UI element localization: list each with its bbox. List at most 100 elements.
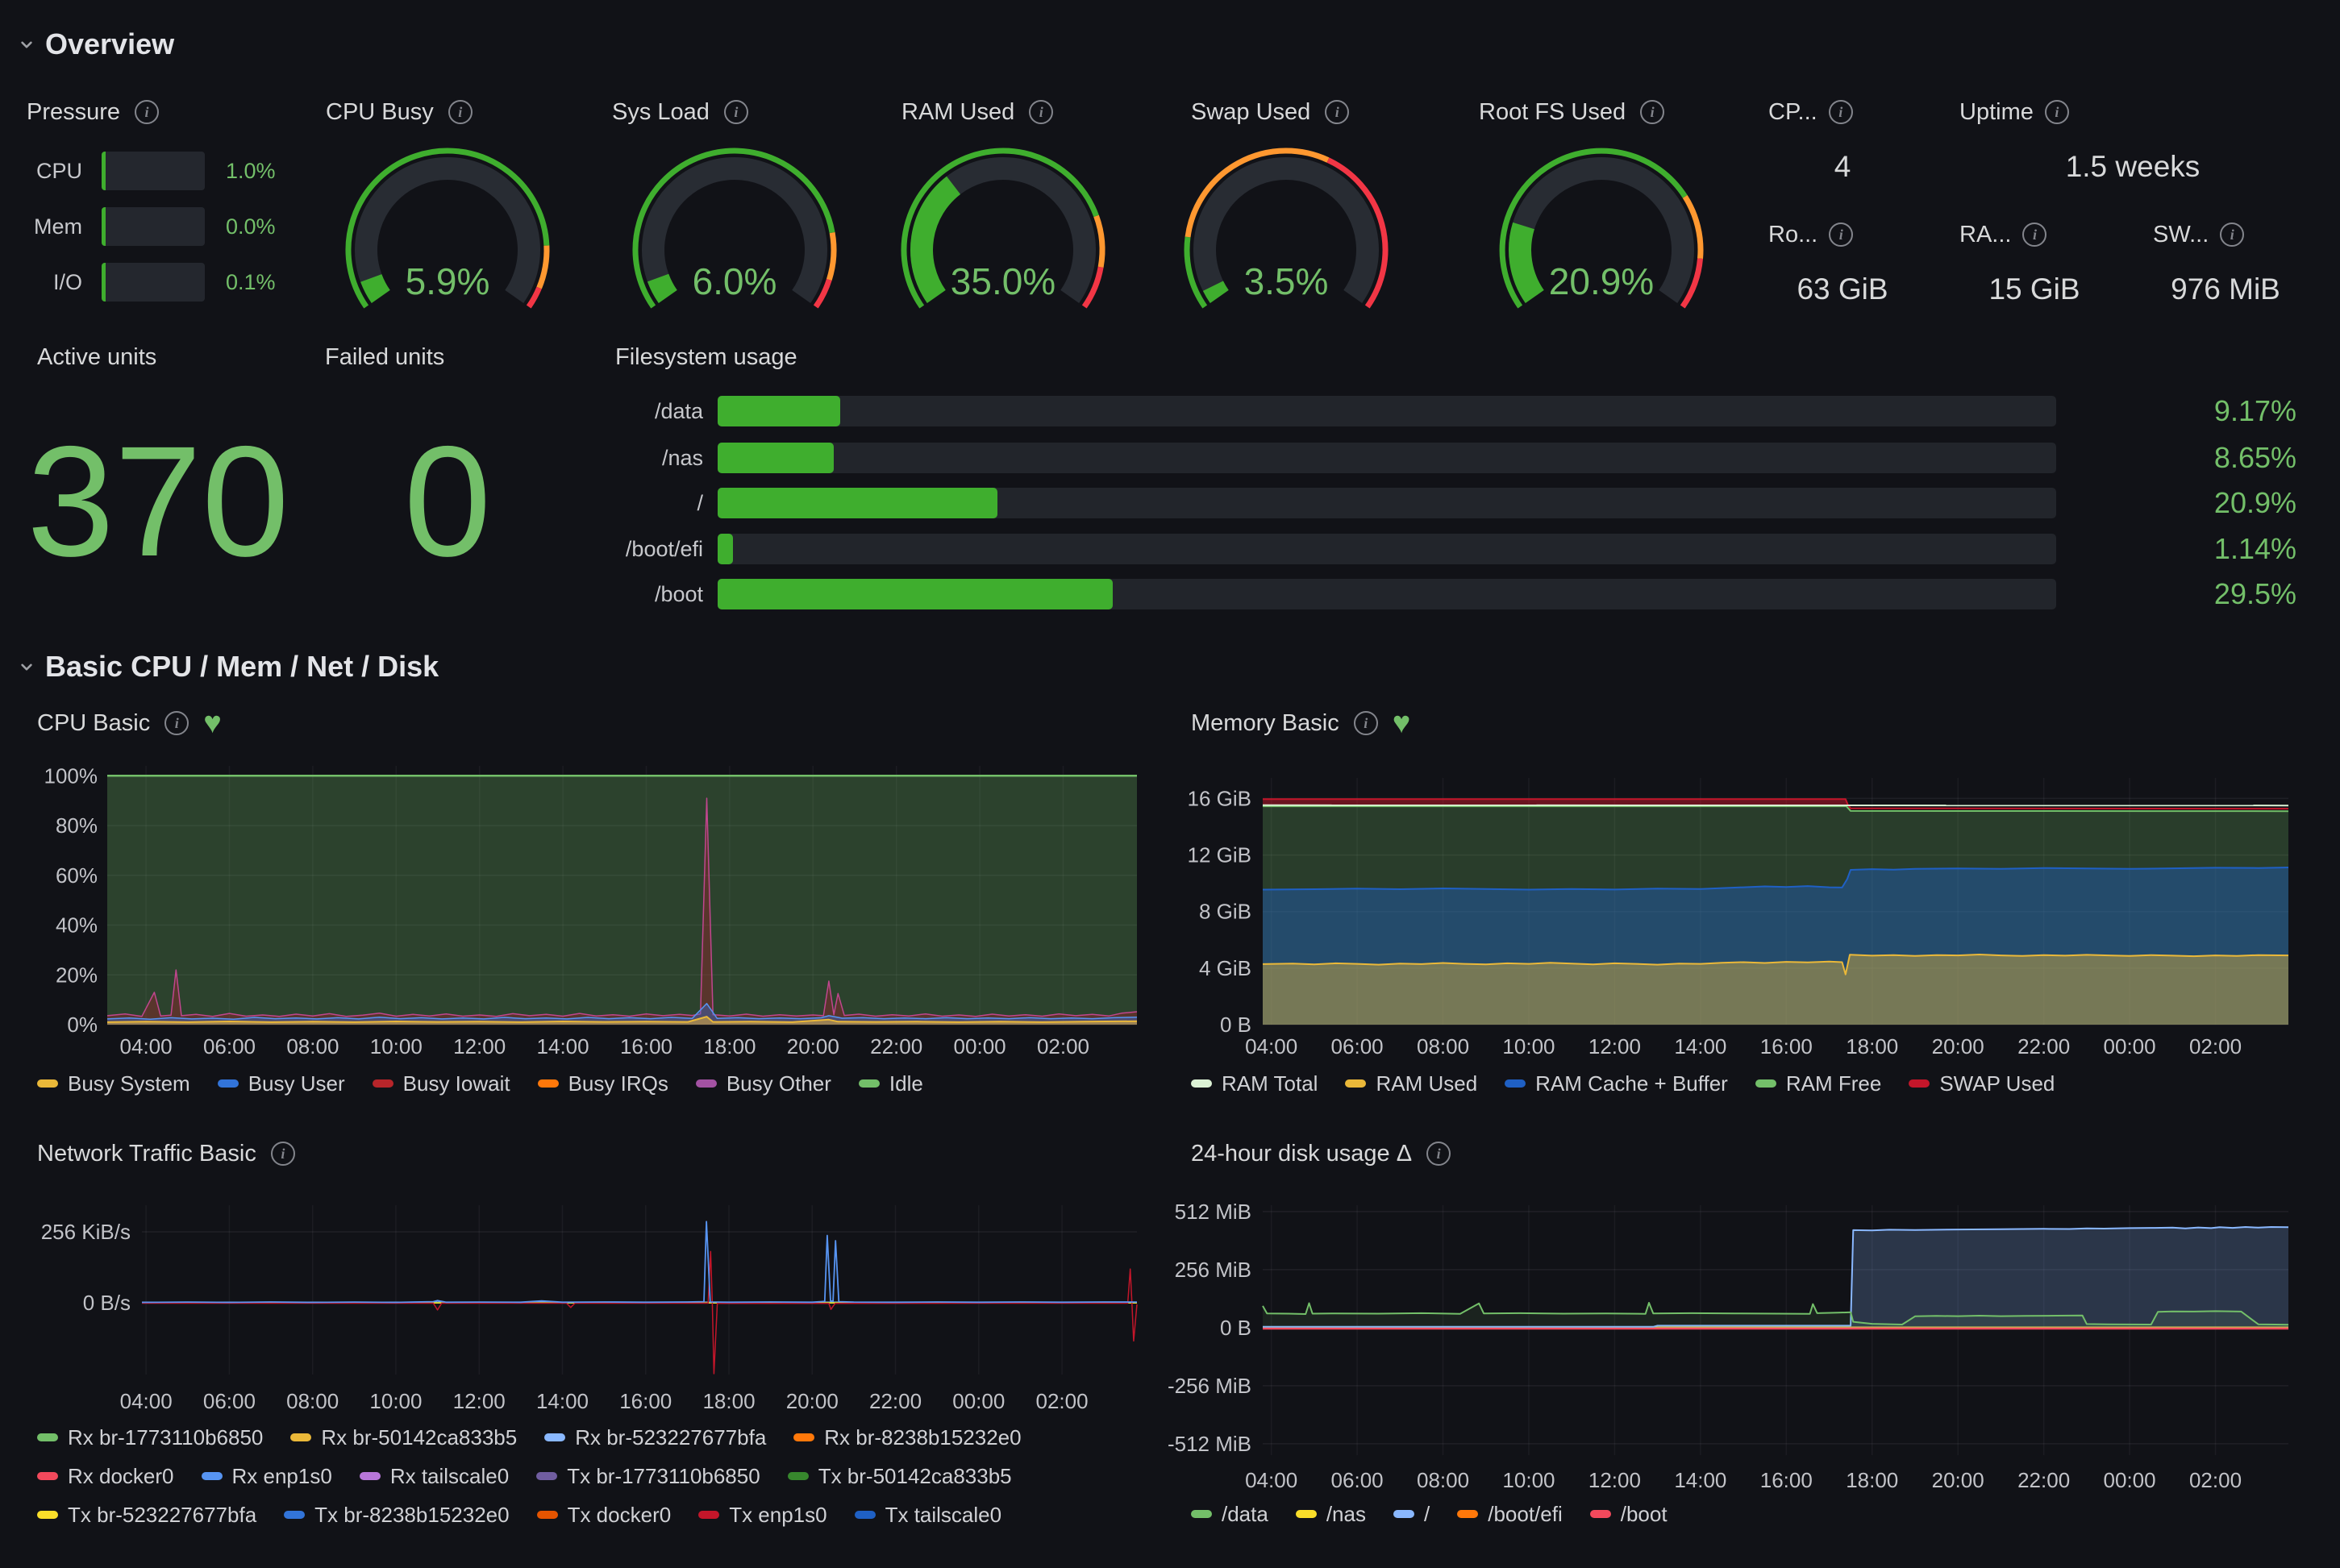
panel-title[interactable]: Sys Load	[612, 99, 710, 126]
filesystem-bar[interactable]	[718, 534, 2056, 564]
legend-item[interactable]: /nas	[1296, 1502, 1366, 1527]
info-icon[interactable]: i	[164, 711, 189, 735]
legend-item[interactable]: Tx br-50142ca833b5	[788, 1464, 1012, 1489]
panel-title[interactable]: CPU Busy	[326, 99, 434, 126]
legend-item[interactable]: Busy System	[37, 1071, 190, 1096]
panel-title[interactable]: Swap Used	[1191, 99, 1310, 126]
x-axis-tick-label: 12:00	[1588, 1468, 1641, 1492]
legend-item[interactable]: Tx br-8238b15232e0	[284, 1503, 509, 1528]
legend-item[interactable]: Rx docker0	[37, 1464, 174, 1489]
panel-title[interactable]: SW...	[2153, 222, 2209, 248]
pressure-bar-io[interactable]	[102, 263, 205, 302]
legend-item[interactable]: /boot/efi	[1457, 1502, 1563, 1527]
legend-item[interactable]: Busy User	[218, 1071, 345, 1096]
pressure-bar-mem[interactable]	[102, 207, 205, 246]
panel-title-filesystem[interactable]: Filesystem usage	[615, 344, 797, 371]
legend-item[interactable]: Tx tailscale0	[855, 1503, 1002, 1528]
legend-item[interactable]: RAM Used	[1345, 1071, 1477, 1096]
legend-item[interactable]: Tx br-1773110b6850	[536, 1464, 760, 1489]
x-axis-tick-label: 08:00	[286, 1389, 339, 1413]
y-axis-tick-label: 512 MiB	[1175, 1200, 1251, 1224]
y-axis-tick-label: 4 GiB	[1199, 956, 1251, 980]
legend-item[interactable]: /boot	[1590, 1502, 1668, 1527]
legend-swatch-icon	[698, 1511, 719, 1519]
panel-header-ram-used: RAM Used i	[901, 100, 1053, 124]
legend-label: RAM Free	[1786, 1071, 1881, 1096]
info-icon[interactable]: i	[448, 100, 473, 124]
filesystem-bar[interactable]	[718, 579, 2056, 609]
legend-label: Busy User	[248, 1071, 345, 1096]
x-axis-tick-label: 10:00	[370, 1034, 423, 1059]
section-header-basic[interactable]: Basic CPU / Mem / Net / Disk	[16, 650, 439, 684]
x-axis-tick-label: 14:00	[1674, 1468, 1726, 1492]
filesystem-bar[interactable]	[718, 488, 2056, 518]
legend-item[interactable]: Rx br-50142ca833b5	[290, 1425, 517, 1450]
panel-header-cpu-busy: CPU Busy i	[326, 100, 473, 124]
legend-label: Tx br-1773110b6850	[567, 1464, 760, 1489]
filesystem-bar[interactable]	[718, 443, 2056, 473]
info-icon[interactable]: i	[2220, 223, 2244, 247]
info-icon[interactable]: i	[1029, 100, 1053, 124]
section-title: Overview	[45, 27, 174, 61]
legend-swatch-icon	[218, 1079, 239, 1088]
legend-item[interactable]: Rx enp1s0	[202, 1464, 332, 1489]
panel-title[interactable]: RA...	[1959, 222, 2011, 248]
info-icon[interactable]: i	[135, 100, 159, 124]
disk-legend-row: /data/nas / /boot/efi/boot	[1191, 1502, 1668, 1526]
panel-title[interactable]: Root FS Used	[1479, 99, 1626, 126]
panel-title-cpu-basic[interactable]: CPU Basic	[37, 710, 150, 737]
legend-item[interactable]: Rx tailscale0	[360, 1464, 509, 1489]
legend-label: SWAP Used	[1939, 1071, 2055, 1096]
info-icon[interactable]: i	[1325, 100, 1349, 124]
panel-title-pressure[interactable]: Pressure	[27, 99, 120, 126]
legend-label: Tx br-8238b15232e0	[314, 1503, 509, 1528]
gauge-value: 6.0%	[638, 260, 831, 303]
x-axis-tick-label: 20:00	[786, 1389, 839, 1413]
section-header-overview[interactable]: Overview	[16, 27, 174, 61]
legend-item[interactable]: /data	[1191, 1502, 1268, 1527]
legend-item[interactable]: Busy Other	[696, 1071, 831, 1096]
pressure-bar-cpu[interactable]	[102, 152, 205, 190]
info-icon[interactable]: i	[2022, 223, 2046, 247]
legend-item[interactable]: Idle	[859, 1071, 923, 1096]
panel-title[interactable]: Ro...	[1768, 222, 1817, 248]
panel-title-failed-units[interactable]: Failed units	[325, 344, 444, 371]
panel-title-disk-usage[interactable]: 24-hour disk usage Δ	[1191, 1141, 1412, 1167]
info-icon[interactable]: i	[1426, 1142, 1451, 1166]
panel-title-network-basic[interactable]: Network Traffic Basic	[37, 1141, 256, 1167]
panel-title-active-units[interactable]: Active units	[37, 344, 156, 371]
panel-title-memory-basic[interactable]: Memory Basic	[1191, 710, 1339, 737]
legend-item[interactable]: Busy Iowait	[373, 1071, 510, 1096]
panel-title[interactable]: Uptime	[1959, 99, 2034, 126]
panel-title[interactable]: RAM Used	[901, 99, 1014, 126]
y-axis-tick-label: 80%	[56, 813, 98, 838]
legend-item[interactable]: Tx br-523227677bfa	[37, 1503, 256, 1528]
panel-header-swap-used: Swap Used i	[1191, 100, 1349, 124]
legend-item[interactable]: RAM Free	[1755, 1071, 1881, 1096]
info-icon[interactable]: i	[1829, 223, 1853, 247]
info-icon[interactable]: i	[2045, 100, 2069, 124]
legend-swatch-icon	[202, 1472, 223, 1480]
panel-header-memory-basic: Memory Basic i ♥	[1191, 711, 1410, 735]
legend-item[interactable]: Busy IRQs	[538, 1071, 668, 1096]
legend-item[interactable]: RAM Total	[1191, 1071, 1318, 1096]
info-icon[interactable]: i	[724, 100, 748, 124]
legend-label: /nas	[1326, 1502, 1366, 1527]
legend-item[interactable]: Rx br-8238b15232e0	[793, 1425, 1021, 1450]
legend-item[interactable]: Tx docker0	[537, 1503, 672, 1528]
legend-item[interactable]: Tx enp1s0	[698, 1503, 826, 1528]
panel-header-active-units: Active units	[37, 345, 156, 369]
legend-item[interactable]: /	[1393, 1502, 1430, 1527]
panel-title[interactable]: CP...	[1768, 99, 1817, 126]
legend-item[interactable]: Rx br-1773110b6850	[37, 1425, 263, 1450]
info-icon[interactable]: i	[1829, 100, 1853, 124]
legend-item[interactable]: RAM Cache + Buffer	[1505, 1071, 1728, 1096]
filesystem-bar[interactable]	[718, 396, 2056, 426]
info-icon[interactable]: i	[1640, 100, 1664, 124]
panel-header-stat: Ro... i	[1768, 223, 1853, 247]
legend-item[interactable]: SWAP Used	[1909, 1071, 2055, 1096]
info-icon[interactable]: i	[271, 1142, 295, 1166]
legend-item[interactable]: Rx br-523227677bfa	[544, 1425, 766, 1450]
gauge-value: 20.9%	[1505, 260, 1698, 303]
info-icon[interactable]: i	[1354, 711, 1378, 735]
